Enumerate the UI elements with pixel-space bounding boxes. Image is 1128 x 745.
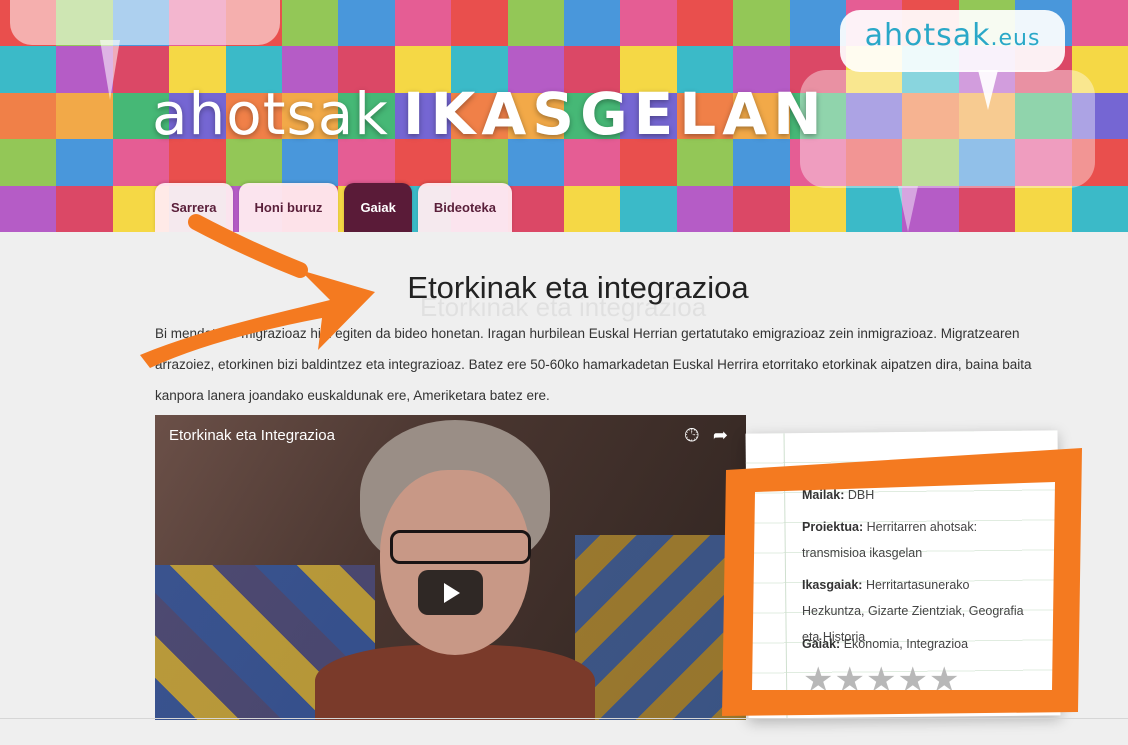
orange-arrow-annotation xyxy=(140,270,375,368)
annotation-overlay xyxy=(140,214,1082,716)
orange-box-annotation xyxy=(722,448,1082,716)
orange-arrow-annotation xyxy=(188,214,308,278)
